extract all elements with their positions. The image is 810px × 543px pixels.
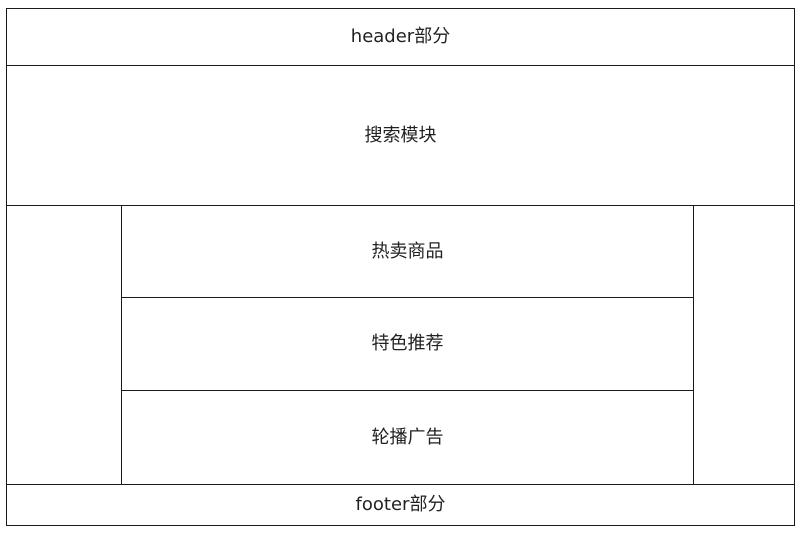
hot-products-section: 热卖商品 <box>122 206 693 298</box>
page-layout-diagram: header部分 搜索模块 热卖商品 特色推荐 轮播广告 footer部分 <box>6 8 795 526</box>
header-section: header部分 <box>7 9 794 66</box>
hot-products-label: 热卖商品 <box>371 240 444 262</box>
right-side-column <box>693 206 793 484</box>
carousel-ads-label: 轮播广告 <box>371 426 444 448</box>
search-module-section: 搜索模块 <box>7 66 794 206</box>
carousel-ads-section: 轮播广告 <box>122 391 693 484</box>
header-label: header部分 <box>350 26 451 47</box>
search-module-label: 搜索模块 <box>364 124 437 146</box>
featured-recommendations-label: 特色推荐 <box>371 333 444 354</box>
footer-label: footer部分 <box>355 493 446 515</box>
featured-recommendations-section: 特色推荐 <box>122 298 693 391</box>
footer-section: footer部分 <box>7 484 794 524</box>
left-side-column <box>7 206 122 484</box>
